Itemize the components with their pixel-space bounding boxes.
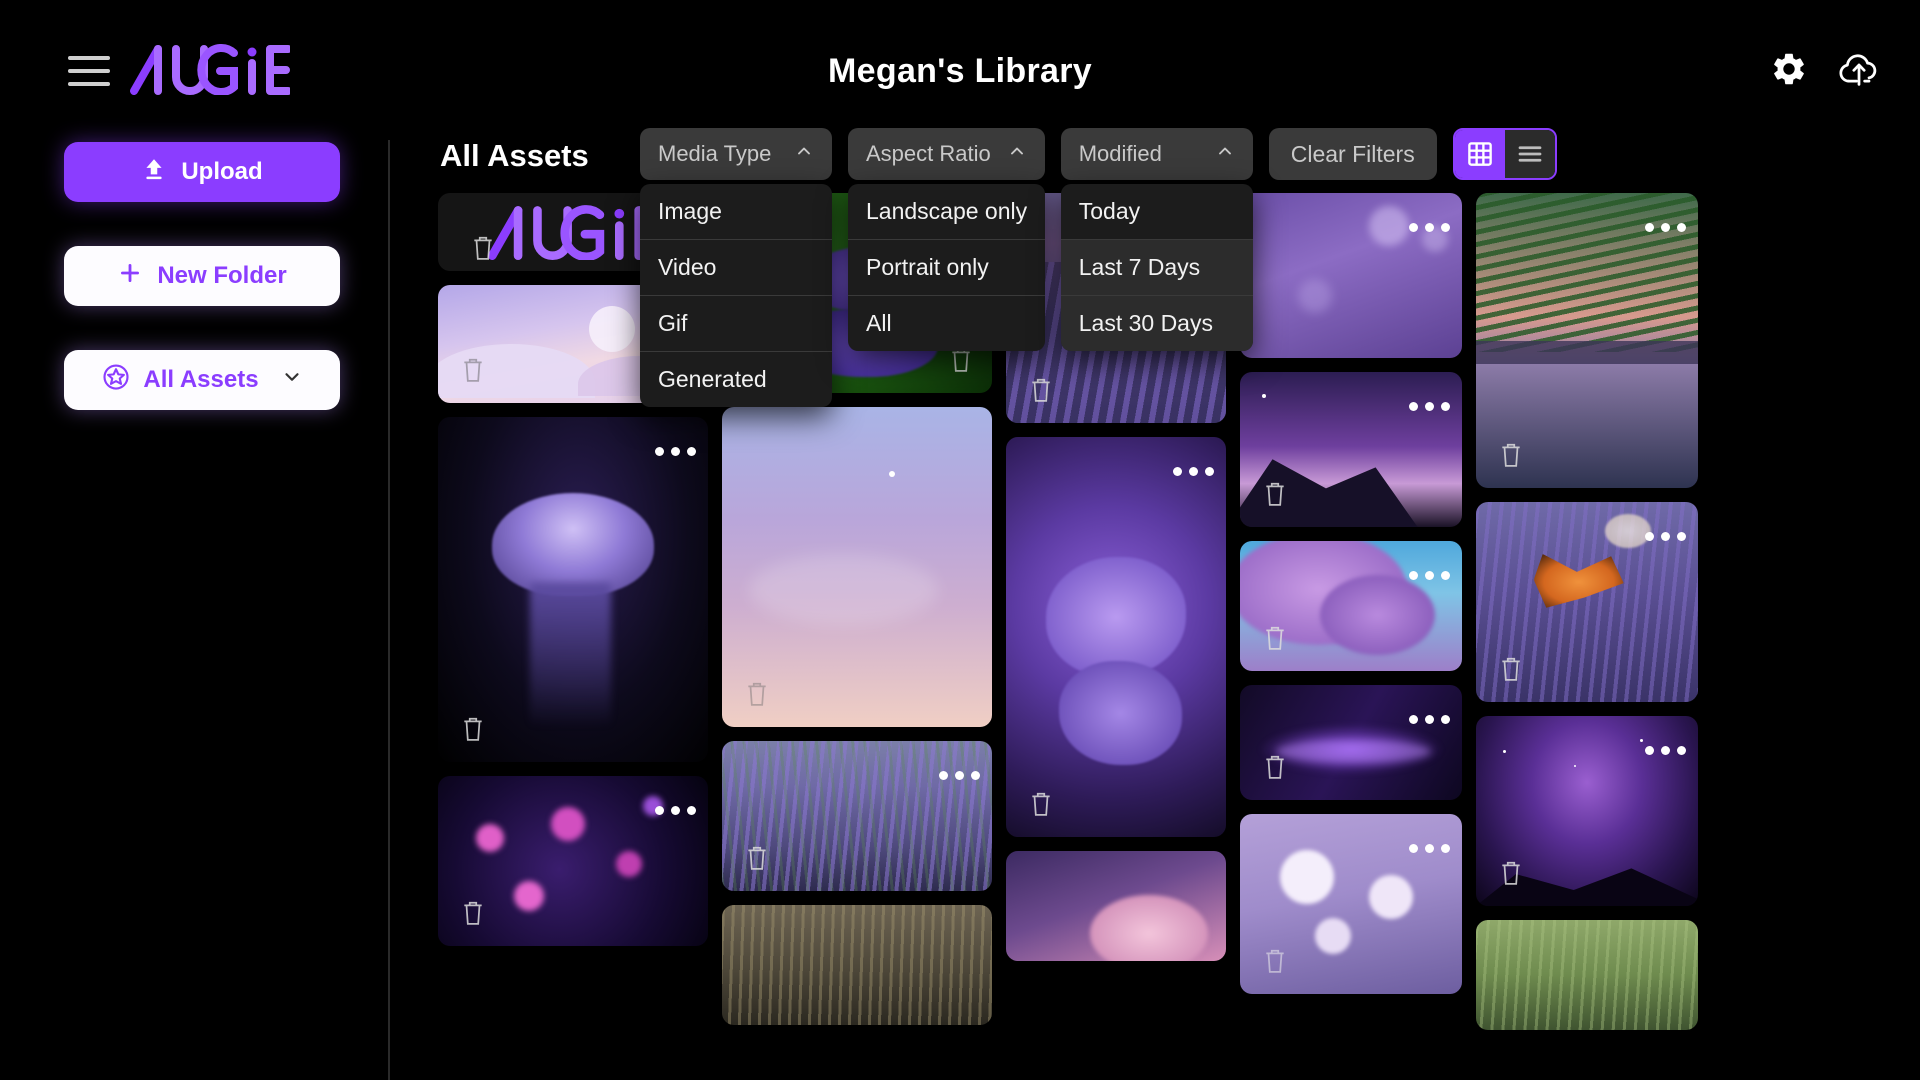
dropdown-option-all[interactable]: All [848, 296, 1045, 351]
more-options-icon[interactable] [1409, 715, 1450, 724]
more-options-icon[interactable] [1409, 571, 1450, 580]
filter-media-type-dropdown: Image Video Gif Generated [640, 184, 832, 407]
filter-aspect-ratio-dropdown: Landscape only Portrait only All [848, 184, 1046, 351]
plus-icon [117, 260, 143, 293]
sidebar: Upload New Folder All Assets [0, 118, 388, 1080]
asset-tile-violet-blossom-macro[interactable] [1006, 437, 1226, 837]
asset-tile-cloudy-pastel-sky[interactable] [722, 407, 992, 727]
page-title: Megan's Library [828, 52, 1092, 90]
asset-tile-pink-lily-bottom[interactable] [1006, 851, 1226, 961]
upload-label: Upload [181, 158, 263, 185]
more-options-icon[interactable] [655, 806, 696, 815]
asset-tile-purple-night-sky-stars[interactable] [1476, 716, 1698, 906]
dropdown-option-gif[interactable]: Gif [640, 296, 832, 352]
trash-icon[interactable] [460, 714, 486, 744]
asset-tile-purple-bokeh-lights[interactable] [1240, 193, 1462, 358]
trash-icon[interactable] [470, 233, 496, 263]
asset-tile-willow-lake-sunset[interactable] [1476, 193, 1698, 488]
upload-button[interactable]: Upload [64, 142, 340, 202]
all-assets-label: All Assets [143, 366, 259, 393]
list-view-button[interactable] [1504, 130, 1555, 178]
dropdown-option-last-30-days[interactable]: Last 30 Days [1060, 296, 1253, 351]
star-circle-icon [101, 362, 131, 399]
more-options-icon[interactable] [1409, 402, 1450, 411]
gear-icon[interactable] [1768, 48, 1810, 90]
more-options-icon[interactable] [1645, 223, 1686, 232]
trash-icon[interactable] [1262, 752, 1288, 782]
chevron-up-icon [1007, 141, 1027, 167]
asset-tile-jacaranda-tree-blue-sky[interactable] [1240, 541, 1462, 671]
upload-icon [141, 156, 167, 189]
more-options-icon[interactable] [1409, 844, 1450, 853]
new-folder-button[interactable]: New Folder [64, 246, 340, 306]
asset-tile-jellyfish-dark[interactable] [438, 417, 708, 762]
asset-column [1476, 193, 1698, 1030]
dropdown-option-portrait-only[interactable]: Portrait only [848, 240, 1046, 296]
trash-icon[interactable] [1028, 375, 1054, 405]
clear-filters-button[interactable]: Clear Filters [1268, 128, 1437, 180]
filter-aspect-ratio-button[interactable]: Aspect Ratio [848, 128, 1045, 180]
filter-media-type: Media Type Image Video Gif Generated [640, 128, 832, 407]
trash-icon[interactable] [1498, 440, 1524, 470]
trash-icon[interactable] [1498, 858, 1524, 888]
top-bar: Megan's Library [0, 0, 1920, 118]
dropdown-option-last-7-days[interactable]: Last 7 Days [1060, 240, 1253, 296]
view-mode-toggle [1452, 128, 1557, 180]
dropdown-option-video[interactable]: Video [640, 240, 832, 296]
trash-icon[interactable] [744, 679, 770, 709]
filter-bar: Media Type Image Video Gif Generated Asp… [640, 128, 1557, 407]
asset-tile-white-cosmos-flowers[interactable] [1240, 814, 1462, 994]
filter-modified-button[interactable]: Modified [1060, 128, 1253, 180]
trash-icon[interactable] [1028, 789, 1054, 819]
filter-media-type-label: Media Type [658, 141, 772, 166]
asset-column [1240, 193, 1462, 994]
more-options-icon[interactable] [939, 771, 980, 780]
asset-tile-lavender-field-close[interactable] [722, 741, 992, 891]
trash-icon[interactable] [744, 843, 770, 873]
top-right-actions [1768, 48, 1880, 90]
asset-tile-green-field-strip[interactable] [1476, 920, 1698, 1030]
all-assets-selector[interactable]: All Assets [64, 350, 340, 410]
filter-modified: Modified Today Last 7 Days Last 30 Days [1060, 128, 1253, 351]
asset-tile-mountain-purple-sky[interactable] [1240, 372, 1462, 527]
dropdown-option-today[interactable]: Today [1060, 184, 1253, 240]
asset-tile-monarch-butterfly-lavender[interactable] [1476, 502, 1698, 702]
section-title: All Assets [440, 138, 589, 173]
filter-aspect-ratio-label: Aspect Ratio [866, 141, 991, 166]
new-folder-label: New Folder [157, 262, 287, 289]
trash-icon[interactable] [1262, 479, 1288, 509]
dropdown-option-landscape-only[interactable]: Landscape only [848, 184, 1046, 240]
filter-media-type-button[interactable]: Media Type [640, 128, 832, 180]
filter-modified-dropdown: Today Last 7 Days Last 30 Days [1060, 184, 1253, 351]
trash-icon[interactable] [1262, 946, 1288, 976]
grid-view-button[interactable] [1454, 130, 1505, 178]
dropdown-option-image[interactable]: Image [640, 184, 832, 240]
chevron-down-icon [281, 366, 303, 395]
trash-icon[interactable] [460, 355, 486, 385]
asset-tile-purple-wave-mesh[interactable] [1240, 685, 1462, 800]
chevron-up-icon [794, 141, 814, 167]
trash-icon[interactable] [1262, 623, 1288, 653]
cloud-upload-icon[interactable] [1838, 48, 1880, 90]
chevron-up-icon [1215, 141, 1235, 167]
trash-icon[interactable] [460, 898, 486, 928]
main-content: All Assets Media Type Image Video Gif Ge… [390, 118, 1920, 1080]
more-options-icon[interactable] [1173, 467, 1214, 476]
asset-tile-pink-jellyfish-swarm[interactable] [438, 776, 708, 946]
asset-tile-dry-grass-field[interactable] [722, 905, 992, 1025]
trash-icon[interactable] [1498, 654, 1524, 684]
more-options-icon[interactable] [1645, 532, 1686, 541]
more-options-icon[interactable] [1645, 746, 1686, 755]
filter-aspect-ratio: Aspect Ratio Landscape only Portrait onl… [848, 128, 1046, 351]
more-options-icon[interactable] [1409, 223, 1450, 232]
filter-modified-label: Modified [1078, 141, 1162, 166]
dropdown-option-generated[interactable]: Generated [640, 352, 832, 407]
more-options-icon[interactable] [655, 447, 696, 456]
